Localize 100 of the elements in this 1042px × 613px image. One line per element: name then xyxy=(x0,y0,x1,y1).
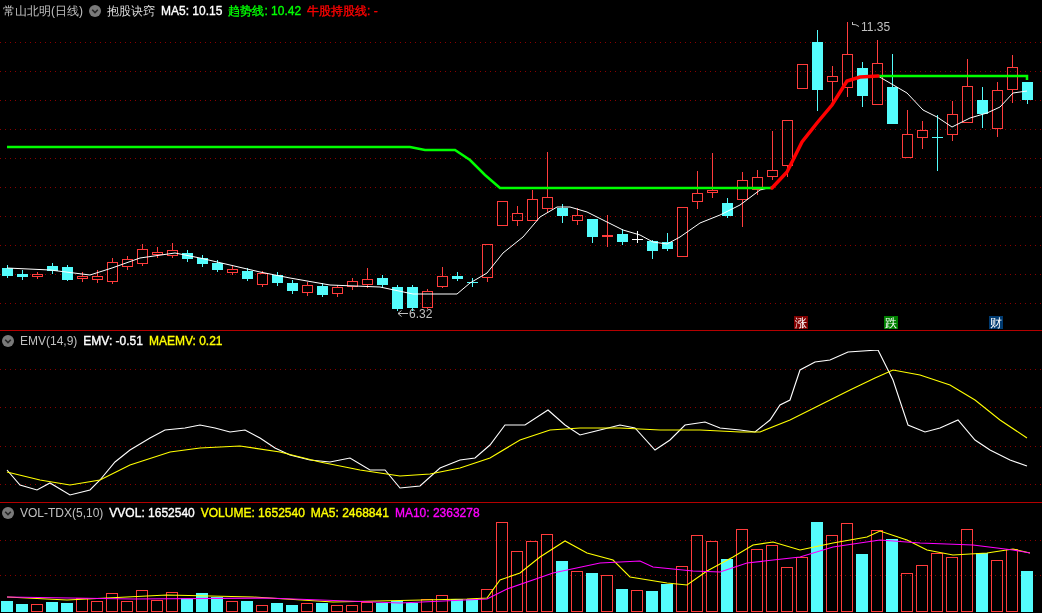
volume-bar xyxy=(1006,549,1018,612)
volume-bar xyxy=(856,554,868,612)
candlestick xyxy=(677,207,688,257)
candlestick xyxy=(437,266,448,289)
indicator-value: MA10: 2363278 xyxy=(394,505,480,520)
stock-title: 常山北明(日线) xyxy=(3,4,83,18)
volume-bar xyxy=(556,561,568,612)
candlestick xyxy=(572,207,583,226)
chevron-circle-icon[interactable] xyxy=(2,506,14,519)
candlestick xyxy=(752,169,763,196)
volume-bar xyxy=(376,603,388,612)
indicator-value: MA5: 10.15 xyxy=(161,4,223,18)
candlestick xyxy=(917,120,928,150)
volume-bar xyxy=(421,599,433,612)
indicator-value: VVOL: 1652540 xyxy=(109,505,195,520)
candlestick xyxy=(977,86,988,129)
candlestick xyxy=(272,271,283,287)
indicator-name: 抱股诀窍 xyxy=(107,4,155,18)
candlestick xyxy=(962,58,973,123)
candlestick xyxy=(452,271,463,282)
candlestick xyxy=(931,114,944,172)
volume-bar xyxy=(946,557,958,612)
volume-bar xyxy=(631,590,643,612)
volume-bar xyxy=(361,602,373,612)
arrow-icon xyxy=(852,22,860,27)
candlestick xyxy=(257,270,268,288)
volume-bar xyxy=(931,553,943,612)
indicator-value: VOLUME: 1652540 xyxy=(200,505,305,520)
candlestick xyxy=(212,259,223,273)
candlestick xyxy=(1007,54,1018,104)
candlestick xyxy=(482,244,493,283)
candlestick xyxy=(167,242,178,259)
volume-bar xyxy=(586,573,598,612)
volume-bar xyxy=(136,590,148,612)
signal-badge: 跌 xyxy=(884,316,898,330)
candlestick xyxy=(992,81,1003,138)
volume-bar xyxy=(526,541,538,612)
candlestick xyxy=(1022,82,1033,105)
volume-bar xyxy=(721,559,733,612)
volume-bar xyxy=(211,597,223,612)
volume-bar xyxy=(766,545,778,612)
candlestick xyxy=(362,267,373,289)
candlestick xyxy=(32,271,43,280)
volume-bar xyxy=(151,600,163,612)
volume-bar xyxy=(1021,571,1033,612)
signal-badge: 涨 xyxy=(794,316,808,330)
volume-bar xyxy=(166,592,178,612)
candlestick xyxy=(92,269,103,284)
candlestick xyxy=(62,264,73,282)
candlestick xyxy=(662,232,673,252)
indicator-value: 牛股持股线: - xyxy=(307,4,378,18)
candlestick xyxy=(512,205,523,227)
volume-bar xyxy=(661,584,673,612)
volume-bar xyxy=(31,604,43,612)
candlestick xyxy=(347,277,358,291)
volume-bar xyxy=(991,560,1003,612)
volume-bar xyxy=(241,601,253,612)
volume-bar xyxy=(61,603,73,612)
volume-bar xyxy=(391,601,403,612)
candlestick xyxy=(542,151,553,214)
volume-bar xyxy=(226,601,238,612)
candlestick xyxy=(422,288,433,310)
candlestick xyxy=(631,230,644,244)
candlestick xyxy=(827,65,838,104)
volume-bar xyxy=(796,557,808,612)
candlestick xyxy=(497,201,508,226)
volume-bar xyxy=(406,603,418,612)
volume-bar xyxy=(286,605,298,612)
candlestick xyxy=(527,189,538,221)
candlestick xyxy=(737,171,748,228)
signal-badge: 财 xyxy=(989,316,1003,330)
volume-bar xyxy=(1,601,13,612)
chevron-circle-icon[interactable] xyxy=(2,334,14,347)
candlestick xyxy=(137,243,148,267)
volume-bar xyxy=(271,603,283,612)
candlestick xyxy=(287,279,298,295)
candlestick xyxy=(77,271,88,283)
candlestick xyxy=(782,120,793,178)
volume-bar xyxy=(916,565,928,612)
candlestick xyxy=(392,284,403,312)
volume-bar xyxy=(751,549,763,612)
volume-bar xyxy=(316,603,328,612)
volume-bar xyxy=(901,573,913,612)
volume-bar xyxy=(331,605,343,612)
volume-bar xyxy=(511,551,523,612)
volume-bar xyxy=(106,593,118,612)
indicator-value: MA5: 2468841 xyxy=(310,505,389,520)
candlestick xyxy=(557,203,568,224)
indicator-value: 趋势线: 10.42 xyxy=(228,4,302,18)
candlestick xyxy=(317,282,328,298)
candlestick xyxy=(692,170,703,210)
chevron-circle-icon[interactable] xyxy=(89,5,101,17)
candlestick xyxy=(197,254,208,268)
candlestick xyxy=(707,152,718,199)
candlestick xyxy=(242,267,253,282)
volume-bar xyxy=(676,566,688,612)
volume-bar xyxy=(46,602,58,612)
volume-bar xyxy=(601,575,613,612)
candlestick xyxy=(797,64,808,89)
candlestick xyxy=(302,281,313,297)
